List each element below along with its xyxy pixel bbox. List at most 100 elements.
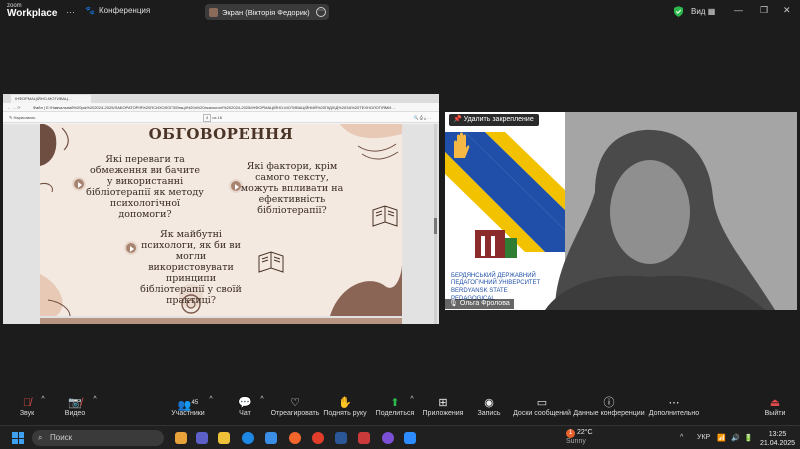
viber-icon[interactable]: [382, 432, 394, 444]
apps-grid-icon: ⊞: [438, 397, 448, 409]
windows-taskbar: ⌕ Поиск 1 22°C Sunny ^ УКР 📶 🔊 🔋 13:25 2…: [0, 425, 800, 449]
zoom-icon[interactable]: [404, 432, 416, 444]
slide-title: ОБГОВОРЕННЯ: [148, 125, 294, 143]
video-frame: БЕРДЯНСЬКИЙ ДЕРЖАВНИЙ ПЕДАГОГІЧНИЙ УНІВЕ…: [445, 112, 797, 310]
chat-button[interactable]: 💬 Чат: [238, 396, 252, 417]
file-explorer-icon[interactable]: [218, 432, 230, 444]
word-icon[interactable]: [335, 432, 347, 444]
conference-label: Конференция: [98, 6, 151, 15]
teams-icon[interactable]: [196, 432, 208, 444]
participants-button[interactable]: 👥45 Участники: [171, 396, 204, 417]
whiteboard-icon: ▭: [536, 397, 548, 409]
more-button[interactable]: ⋯ Дополнительно: [649, 396, 699, 417]
share-button[interactable]: ⬆ Поделиться: [376, 396, 415, 417]
svg-text:БЕРДЯНСЬКИЙ ДЕРЖАВНИЙ: БЕРДЯНСЬКИЙ ДЕРЖАВНИЙ: [451, 271, 536, 279]
title-bar: zoom Workplace ⋯ 🐾 Конференция Экран (Ві…: [0, 0, 800, 24]
windows-start-icon[interactable]: [12, 432, 24, 444]
raise-hand-button[interactable]: ✋ Поднять руку: [323, 396, 366, 417]
weather-widget[interactable]: 1 22°C Sunny: [566, 429, 593, 446]
restore-icon[interactable]: ❐: [760, 5, 768, 16]
heart-icon: ♡: [290, 397, 300, 409]
wifi-icon[interactable]: 📶: [717, 434, 726, 442]
participant-name-tag: 🎙 Ольга Фролова: [445, 299, 514, 309]
record-button[interactable]: ◉ Запись: [478, 396, 501, 417]
language-indicator[interactable]: УКР: [697, 434, 710, 441]
battery-icon[interactable]: 🔋: [744, 434, 753, 442]
edge-icon[interactable]: [242, 432, 254, 444]
svg-text:BERDYANSK STATE: BERDYANSK STATE: [451, 288, 508, 294]
sharer-avatar: [209, 7, 218, 17]
store-icon[interactable]: [265, 432, 277, 444]
more-dots-icon: ⋯: [668, 397, 680, 409]
zoom-logo: zoom Workplace: [7, 3, 58, 19]
video-options-chevron-icon[interactable]: ^: [93, 396, 96, 403]
grid-icon: ▦: [707, 7, 716, 16]
next-slide-edge: [40, 318, 402, 324]
pdf-tools-icon[interactable]: 🔍 ⎙ ⤓ ⋯: [414, 112, 431, 123]
search-icon: ⌕: [38, 433, 43, 442]
pdf-toolbar: ✎ Нарисовать 4 из 16 🔍 ⎙ ⤓ ⋯: [3, 112, 439, 123]
pin-icon: 📌: [453, 116, 462, 123]
record-icon: ◉: [484, 397, 494, 409]
audio-options-chevron-icon[interactable]: ^: [41, 396, 44, 403]
share-options-chevron-icon[interactable]: ^: [410, 396, 413, 403]
chevron-up-icon[interactable]: ^: [680, 434, 683, 441]
video-button[interactable]: 📷̸ Видео: [65, 396, 85, 417]
leave-icon: ⏏: [769, 397, 781, 409]
slide-question-3: Як майбутні психологи, як би ви могли ви…: [140, 229, 242, 306]
chat-options-chevron-icon[interactable]: ^: [260, 396, 263, 403]
slide-question-2: Які фактори, крім самого тексту, можуть …: [240, 161, 344, 216]
clock[interactable]: 13:25 21.04.2025: [760, 430, 795, 448]
taskbar-search[interactable]: ⌕ Поиск: [32, 430, 164, 446]
more-menu-button[interactable]: ⋯: [66, 7, 75, 18]
participants-icon: 👥45: [177, 399, 199, 412]
participants-options-chevron-icon[interactable]: ^: [209, 396, 212, 403]
chat-icon: 💬: [238, 397, 252, 409]
screen-share-indicator[interactable]: Экран (Вікторія Федорик) ⋯: [205, 4, 329, 20]
powerpoint-icon[interactable]: [358, 432, 370, 444]
close-icon[interactable]: ✕: [783, 5, 791, 16]
react-button[interactable]: ♡ Отреагировать: [271, 396, 320, 417]
browser-tab[interactable]: ІНФОРМАЦІЙНО-МОТИВАЦ…: [11, 95, 91, 103]
view-menu-button[interactable]: Вид ▦: [691, 7, 715, 16]
browser-tab-bar: ІНФОРМАЦІЙНО-МОТИВАЦ…: [3, 94, 439, 103]
camera-off-icon: 📷̸: [68, 397, 82, 409]
apps-button[interactable]: ⊞ Приложения: [423, 396, 464, 417]
book-icon-2: [258, 251, 284, 273]
firefox-icon[interactable]: [289, 432, 301, 444]
presentation-slide: ОБГОВОРЕННЯ Які переваги та обмеження ви…: [40, 124, 402, 316]
play-arrow-icon: [72, 177, 86, 191]
whiteboards-button[interactable]: ▭ Доски сообщений: [513, 396, 571, 417]
audio-button[interactable]: 🎙̸ Звук: [20, 396, 34, 417]
sun-badge-icon: 1: [566, 429, 575, 438]
taskbar-app-icon[interactable]: [175, 432, 187, 444]
muted-mic-icon: 🎙: [449, 300, 458, 307]
screen-share-label: Экран (Вікторія Федорик): [222, 7, 310, 17]
book-icon: [372, 205, 398, 227]
hand-icon: ✋: [338, 397, 352, 409]
address-bar[interactable]: ← → ⟳ Файл | E:/Навчальний%20рік%202024-…: [3, 103, 439, 112]
shield-icon[interactable]: [674, 6, 683, 17]
info-icon: ⓘ: [603, 397, 615, 409]
draw-button[interactable]: ✎ Нарисовать: [9, 112, 35, 123]
page-indicator[interactable]: 4 из 16: [203, 112, 222, 123]
leave-button[interactable]: ⏏ Выйти: [765, 396, 786, 417]
conference-button[interactable]: 🐾 Конференция: [85, 6, 150, 15]
share-screen-icon: ⬆: [390, 397, 400, 409]
chrome-icon[interactable]: [312, 432, 324, 444]
meeting-toolbar: 🎙̸ Звук ^ 📷̸ Видео ^ 👥45 Участники ^ 💬 Ч…: [0, 396, 800, 424]
paw-icon: 🐾: [85, 6, 95, 15]
minimize-icon[interactable]: —: [734, 5, 743, 15]
share-options-icon[interactable]: ⋯: [316, 7, 326, 17]
speaker-video[interactable]: БЕРДЯНСЬКИЙ ДЕРЖАВНИЙ ПЕДАГОГІЧНИЙ УНІВЕ…: [445, 112, 797, 310]
scrollbar-thumb[interactable]: [434, 218, 437, 234]
unpin-button[interactable]: 📌 Удалить закрепление: [449, 114, 539, 126]
microphone-muted-icon: 🎙̸: [22, 397, 32, 409]
volume-icon[interactable]: 🔊: [731, 434, 740, 442]
raised-hand-icon: [454, 132, 470, 158]
meeting-info-button[interactable]: ⓘ Данные конференции: [573, 396, 644, 417]
nav-buttons-icon[interactable]: ← → ⟳: [7, 103, 21, 111]
slide-question-1: Які переваги та обмеження ви бачите у ви…: [86, 154, 204, 220]
shared-screen: ІНФОРМАЦІЙНО-МОТИВАЦ… ← → ⟳ Файл | E:/На…: [3, 94, 439, 324]
svg-text:ПЕДАГОГІЧНИЙ УНІВЕРСИТЕТ: ПЕДАГОГІЧНИЙ УНІВЕРСИТЕТ: [451, 278, 541, 286]
